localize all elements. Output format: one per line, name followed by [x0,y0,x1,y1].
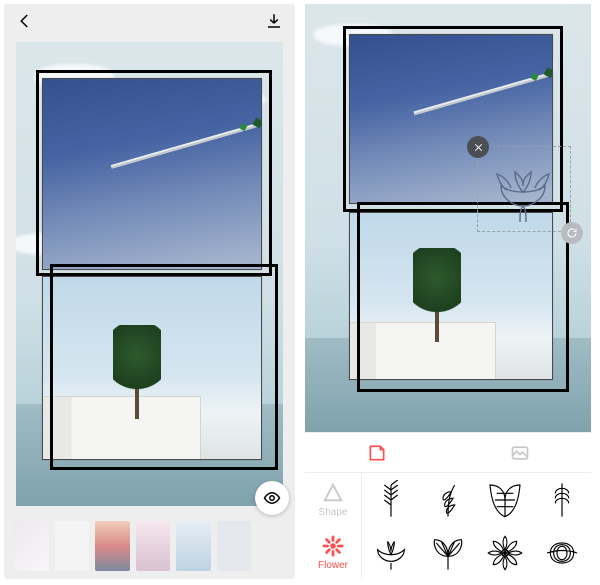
building-illustration [350,323,495,379]
preview-screen [4,4,295,579]
sticker-fern[interactable] [534,473,591,526]
canvas[interactable] [305,4,591,432]
tab-stickers[interactable] [305,433,448,473]
sticker-dahlia[interactable] [477,526,534,579]
selection-box[interactable] [477,146,571,232]
category-flower[interactable]: Flower [305,526,361,579]
template-swatch[interactable] [55,521,90,571]
sticker-monstera[interactable] [477,473,534,526]
building-illustration [43,397,200,459]
template-swatch[interactable] [95,521,130,571]
crane-illustration [413,73,549,114]
sticker-ginkgo[interactable] [419,526,476,579]
sticker-panel: Shape Flower [305,472,591,579]
sticker-eucalyptus[interactable] [419,473,476,526]
editor-screen: Shape Flower [305,4,591,579]
sticker-palm[interactable] [534,526,591,579]
template-swatches [14,521,251,571]
photo-pane-bottom[interactable] [42,276,262,460]
back-button[interactable] [16,12,34,33]
category-label: Shape [319,507,348,518]
tree-illustration [135,335,139,419]
template-swatch[interactable] [136,521,171,571]
preview-toggle-button[interactable] [255,481,289,515]
template-swatch[interactable] [217,521,252,571]
rotate-sticker-handle[interactable] [561,222,583,244]
tree-illustration [435,266,439,342]
tab-photos[interactable] [448,433,591,473]
crane-illustration [111,123,258,167]
delete-sticker-button[interactable] [467,136,489,158]
photo-pane-bottom[interactable] [349,212,553,380]
template-swatch[interactable] [176,521,211,571]
download-button[interactable] [265,12,283,33]
sticker-lotus[interactable] [362,526,419,579]
category-shape[interactable]: Shape [305,473,361,526]
sticker-leaf-branch[interactable] [362,473,419,526]
category-list: Shape Flower [305,473,362,579]
canvas[interactable] [16,42,283,506]
photo-pane-top[interactable] [42,78,262,270]
category-label: Flower [318,560,348,571]
top-bar [4,4,295,40]
mode-bar [305,432,591,473]
sticker-grid [362,473,591,579]
template-swatch[interactable] [14,521,49,571]
